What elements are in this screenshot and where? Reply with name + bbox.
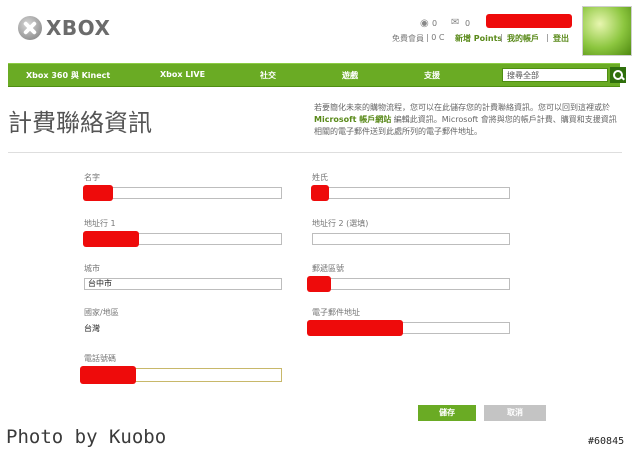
nav-item-xbox-live[interactable]: Xbox LIVE	[160, 70, 205, 79]
my-account-link[interactable]: 我的帳戶	[507, 33, 539, 44]
header-separator: |	[546, 33, 549, 42]
address1-label: 地址行 1	[84, 219, 116, 228]
redacted-phone	[80, 366, 136, 384]
gold-icon: ◉	[420, 18, 429, 29]
redacted-address	[83, 231, 139, 247]
page-title: 計費聯絡資訊	[8, 109, 152, 137]
divider	[8, 152, 622, 153]
search-icon[interactable]	[610, 67, 626, 83]
city-field[interactable]: 台中市	[84, 278, 282, 290]
redacted-email	[307, 320, 403, 336]
save-button[interactable]: 儲存	[418, 405, 476, 421]
image-id-tag: #60845	[588, 436, 625, 447]
membership-label: 免費會員	[392, 34, 424, 43]
nav-item-xbox360[interactable]: Xbox 360 與 Kinect	[26, 70, 110, 81]
address2-label: 地址行 2 (選填)	[312, 219, 369, 228]
mail-icon[interactable]: ✉	[451, 17, 459, 28]
email-label: 電子郵件地址	[312, 308, 360, 317]
gold-count: 0	[432, 19, 438, 28]
main-nav: Xbox 360 與 Kinect Xbox LIVE 社交 遊戲 支援	[8, 63, 626, 87]
redacted-first-name	[83, 185, 113, 201]
country-value[interactable]: 台灣	[84, 323, 100, 334]
add-points-link[interactable]: 新增 Points	[455, 33, 502, 44]
mail-count[interactable]: 0	[465, 19, 470, 28]
points-balance: | 0 C	[426, 33, 445, 42]
avatar[interactable]	[582, 6, 632, 56]
country-label: 國家/地區	[84, 308, 119, 317]
redacted-gamertag	[486, 14, 572, 28]
postal-code-label: 郵遞區號	[312, 264, 344, 273]
page-description: 若要簡化未來的購物流程，您可以在此儲存您的計費聯絡資訊。您可以回到這裡或於 Mi…	[314, 102, 622, 138]
header-separator: |	[500, 33, 503, 42]
photo-credit: Photo by Kuobo	[6, 426, 167, 448]
nav-item-games[interactable]: 遊戲	[342, 70, 358, 81]
microsoft-account-link[interactable]: Microsoft 帳戶網站	[314, 115, 391, 124]
postal-code-field[interactable]	[312, 278, 510, 290]
first-name-label: 名字	[84, 173, 100, 182]
last-name-label: 姓氏	[312, 173, 328, 182]
nav-item-social[interactable]: 社交	[260, 70, 276, 81]
redacted-postal-code	[307, 276, 331, 292]
description-text: 若要簡化未來的購物流程，您可以在此儲存您的計費聯絡資訊。您可以回到這裡或於	[314, 103, 610, 112]
address2-field[interactable]	[312, 233, 510, 245]
xbox-logo-icon[interactable]	[18, 16, 42, 40]
city-label: 城市	[84, 264, 100, 273]
xbox-logo-text[interactable]: XBOX	[46, 16, 110, 40]
last-name-field[interactable]	[312, 187, 510, 199]
cancel-button[interactable]: 取消	[484, 405, 546, 421]
nav-item-support[interactable]: 支援	[424, 70, 440, 81]
phone-label: 電話號碼	[84, 354, 116, 363]
search-input[interactable]	[502, 68, 608, 82]
first-name-field[interactable]	[84, 187, 282, 199]
sign-out-link[interactable]: 登出	[553, 33, 569, 44]
redacted-last-name	[311, 185, 329, 201]
